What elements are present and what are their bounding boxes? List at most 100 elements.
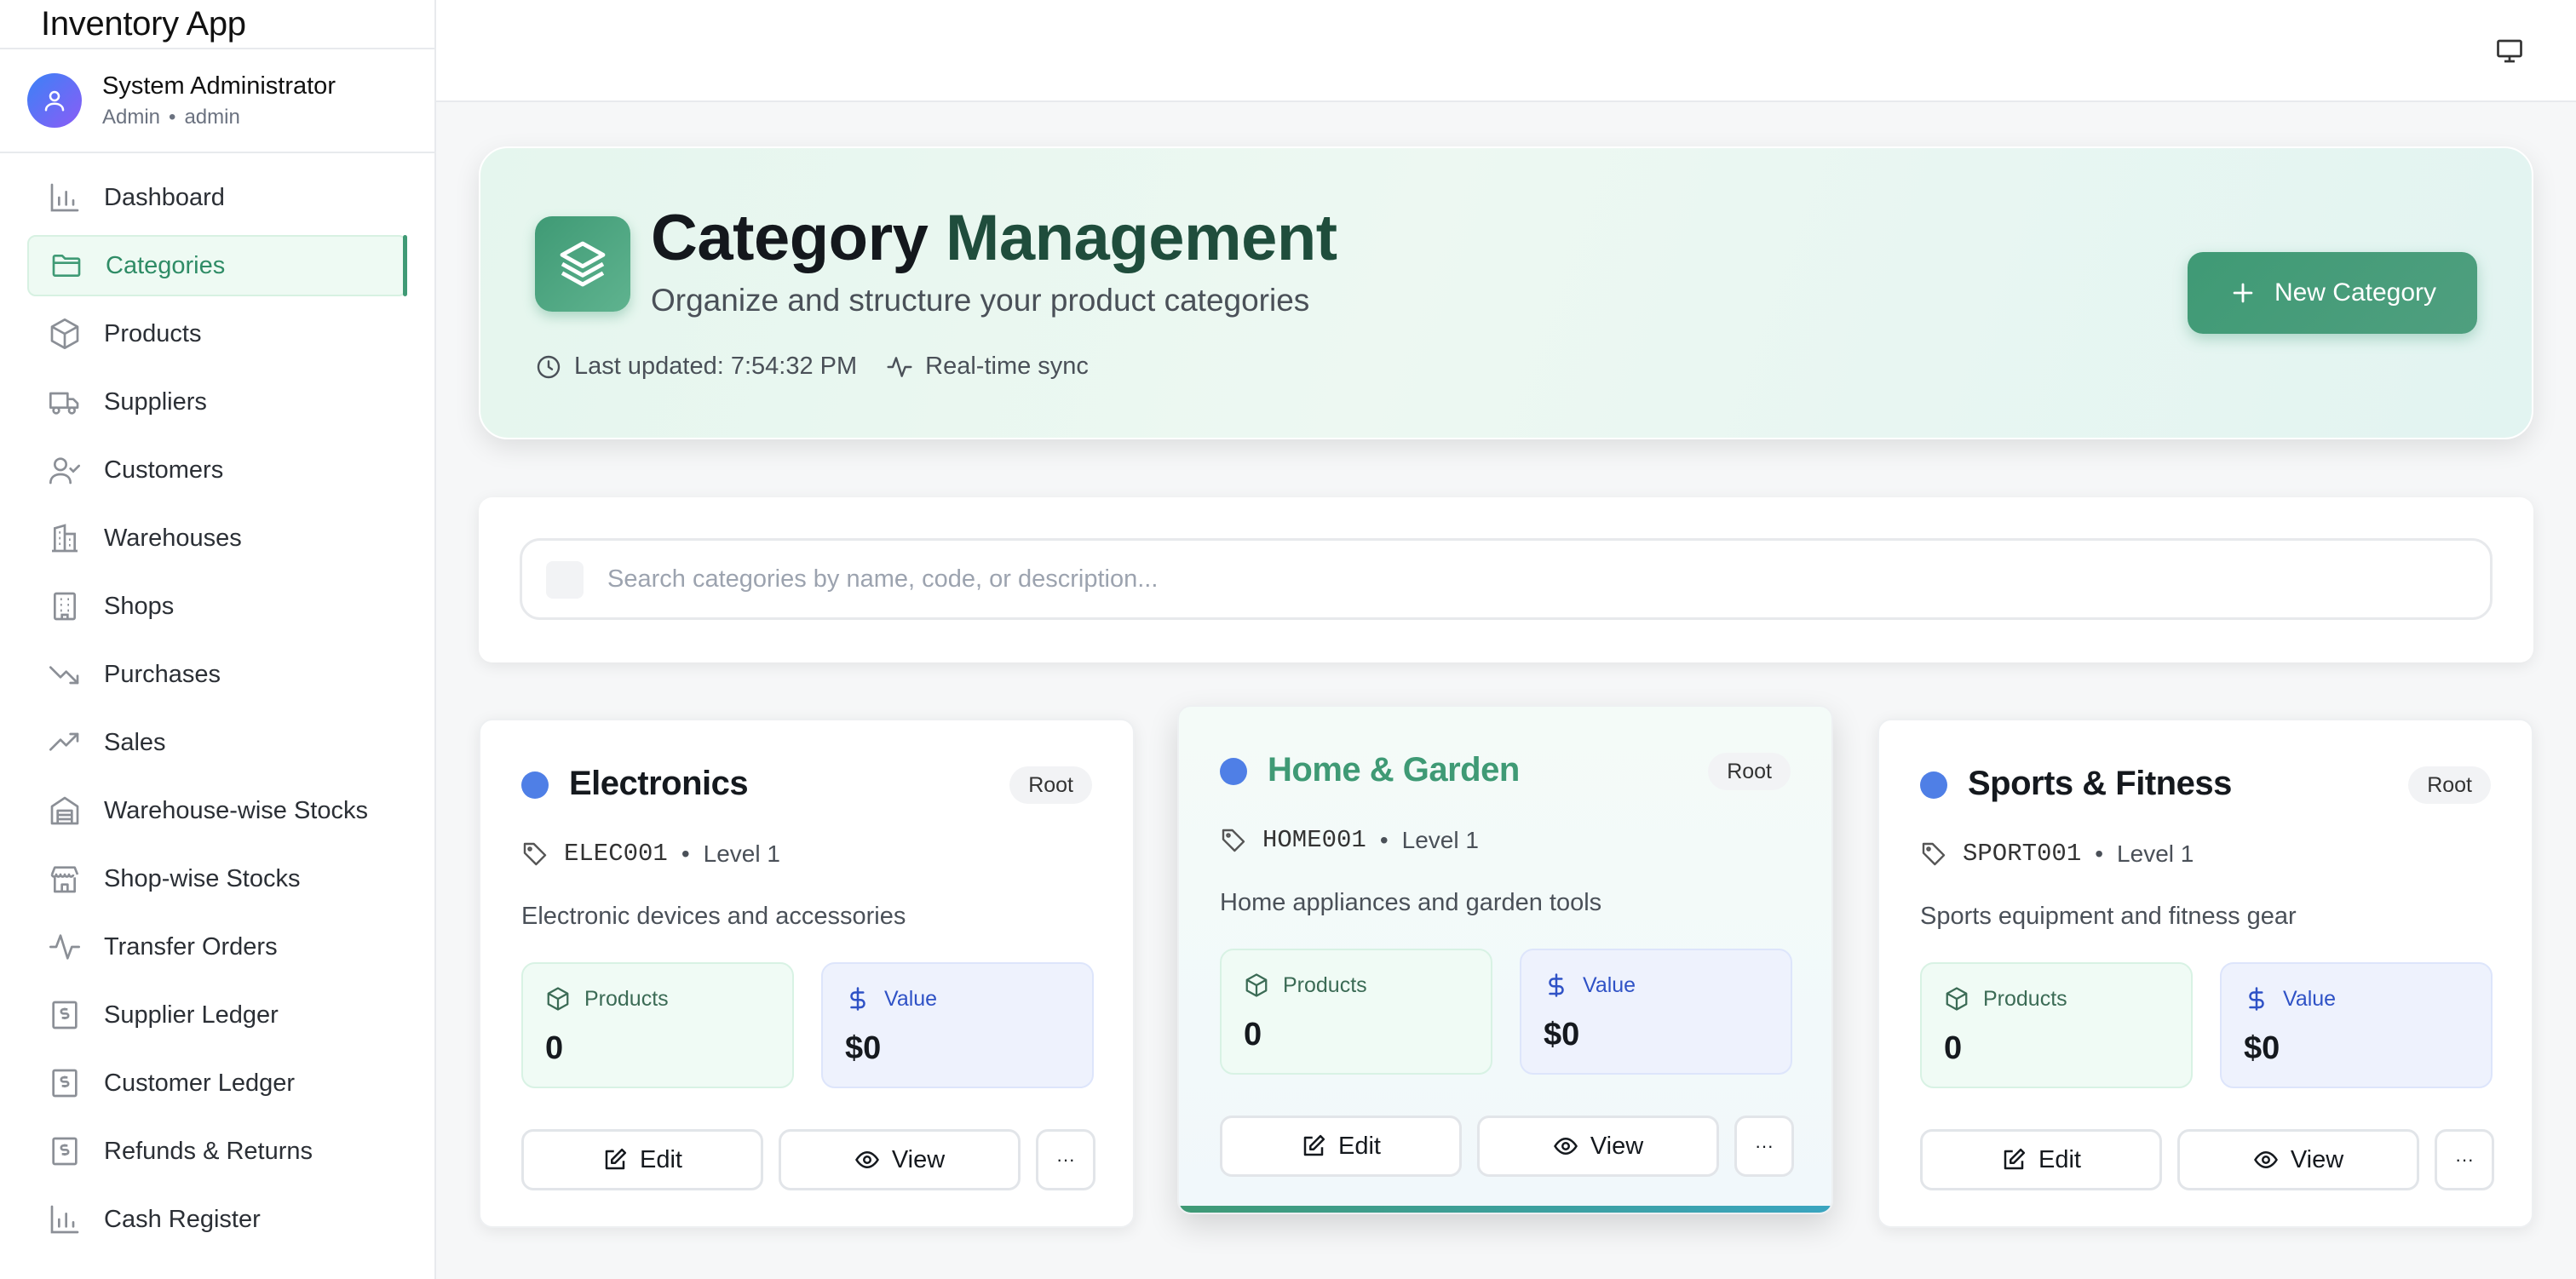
bar-chart-icon [50, 1205, 79, 1234]
page-subtitle: Organize and structure your product cate… [651, 283, 1310, 318]
sidebar-item-purchases[interactable]: Purchases [27, 644, 407, 705]
category-name: Home & Garden [1268, 751, 1520, 789]
sidebar-item-supplier-ledger[interactable]: Supplier Ledger [27, 984, 407, 1046]
eye-icon [2253, 1150, 2278, 1169]
plus-icon [2233, 283, 2253, 303]
truck-icon [49, 392, 79, 415]
more-button[interactable]: ··· [2435, 1129, 2494, 1190]
sidebar-item-customer-ledger[interactable]: Customer Ledger [27, 1052, 407, 1114]
edit-button[interactable]: Edit [1220, 1116, 1462, 1177]
value-stat: Value $0 [821, 962, 1094, 1088]
dollar-icon [2249, 987, 2264, 1011]
layers-icon [535, 216, 630, 312]
edit-icon [605, 1148, 627, 1170]
category-card-home-garden[interactable]: Home & Garden Root HOME001 • Level 1 Hom… [1177, 705, 1833, 1214]
sidebar-item-transfer-orders[interactable]: Transfer Orders [27, 916, 407, 978]
dollar-icon [850, 987, 865, 1011]
hover-accent-bar [1179, 1206, 1831, 1213]
sidebar-item-dashboard[interactable]: Dashboard [27, 167, 407, 228]
topbar [436, 0, 2576, 102]
sidebar-item-label: Dashboard [104, 183, 225, 211]
category-level: Level 1 [2117, 840, 2194, 867]
new-category-label: New Category [2274, 278, 2437, 307]
sidebar-item-warehouse-wise-stocks[interactable]: Warehouse-wise Stocks [27, 780, 407, 841]
search-box [520, 538, 2493, 620]
root-badge: Root [2408, 766, 2491, 804]
page-meta: Last updated: 7:54:32 PM Real-time sync [535, 353, 1089, 381]
status-dot [1920, 771, 1947, 799]
more-button[interactable]: ··· [1734, 1116, 1794, 1177]
trending-up-icon [49, 732, 79, 751]
separator: • [681, 840, 690, 867]
category-card-sports-fitness[interactable]: Sports & Fitness Root SPORT001 • Level 1… [1877, 719, 2533, 1228]
search-icon [546, 561, 584, 599]
sidebar-item-label: Products [104, 319, 202, 347]
category-code-row: SPORT001 • Level 1 [1920, 840, 2194, 868]
edit-button[interactable]: Edit [521, 1129, 763, 1190]
dollar-icon [1549, 973, 1564, 997]
category-name: Sports & Fitness [1968, 765, 2232, 802]
receipt-icon [52, 1001, 78, 1030]
sidebar-item-label: Transfer Orders [104, 932, 278, 961]
value-label: Value [2283, 986, 2337, 1011]
sidebar-item-label: Customer Ledger [104, 1069, 296, 1097]
sidebar-item-label: Warehouses [104, 524, 242, 552]
sidebar-item-warehouses[interactable]: Warehouses [27, 508, 407, 569]
category-description: Home appliances and garden tools [1220, 889, 1602, 916]
more-button[interactable]: ··· [1036, 1129, 1095, 1190]
search-input[interactable] [607, 565, 2490, 594]
view-label: View [2290, 1145, 2344, 1173]
sidebar-item-label: Shop-wise Stocks [104, 864, 301, 892]
sidebar-item-sales[interactable]: Sales [27, 712, 407, 773]
products-stat: Products 0 [521, 962, 794, 1088]
category-code: ELEC001 [564, 840, 668, 868]
sidebar-item-customers[interactable]: Customers [27, 439, 407, 501]
view-button[interactable]: View [1477, 1116, 1719, 1177]
user-check-icon [49, 457, 80, 485]
folder-icon [52, 255, 81, 277]
view-button[interactable]: View [779, 1129, 1021, 1190]
status-dot [1220, 758, 1247, 785]
sidebar-item-shop-wise-stocks[interactable]: Shop-wise Stocks [27, 848, 407, 909]
sidebar-item-label: Supplier Ledger [104, 1001, 279, 1029]
sidebar: Inventory App System Administrator Admin… [0, 0, 436, 1279]
user-icon [44, 90, 65, 112]
sidebar-item-refunds-returns[interactable]: Refunds & Returns [27, 1121, 407, 1182]
edit-label: Edit [2038, 1145, 2081, 1173]
category-code-row: HOME001 • Level 1 [1220, 826, 1479, 854]
bar-chart-icon [50, 183, 79, 212]
category-code-row: ELEC001 • Level 1 [521, 840, 780, 868]
value-amount: $0 [845, 1030, 882, 1066]
page-title-part1: Category [651, 202, 929, 274]
view-label: View [1590, 1132, 1644, 1160]
monitor-icon[interactable] [2494, 36, 2525, 66]
category-name: Electronics [569, 765, 749, 802]
view-button[interactable]: View [2177, 1129, 2419, 1190]
sidebar-item-label: Categories [106, 251, 226, 279]
sidebar-item-label: Cash Register [104, 1205, 261, 1233]
products-label: Products [1283, 972, 1367, 997]
sidebar-item-categories[interactable]: Categories [27, 235, 407, 296]
tag-icon [1222, 829, 1245, 852]
sidebar-item-label: Suppliers [104, 387, 207, 416]
sidebar-item-suppliers[interactable]: Suppliers [27, 371, 407, 433]
eye-icon [1553, 1137, 1578, 1156]
receipt-icon [52, 1069, 78, 1098]
store-building-icon [54, 592, 76, 621]
sidebar-item-shops[interactable]: Shops [27, 576, 407, 637]
user-profile[interactable]: System Administrator Admin • admin [0, 49, 434, 153]
category-card-electronics[interactable]: Electronics Root ELEC001 • Level 1 Elect… [479, 719, 1135, 1228]
products-count: 0 [1244, 1017, 1262, 1052]
sidebar-item-cash-register[interactable]: Cash Register [27, 1189, 407, 1250]
sidebar-item-label: Customers [104, 456, 224, 484]
activity-icon [887, 356, 912, 377]
edit-button[interactable]: Edit [1920, 1129, 2162, 1190]
status-dot [521, 771, 549, 799]
tag-icon [523, 842, 547, 865]
new-category-button[interactable]: New Category [2188, 252, 2477, 334]
package-icon [1946, 987, 1968, 1011]
category-level: Level 1 [703, 840, 780, 867]
eye-icon [854, 1150, 879, 1169]
edit-icon [2004, 1148, 2026, 1170]
sidebar-item-products[interactable]: Products [27, 303, 407, 364]
